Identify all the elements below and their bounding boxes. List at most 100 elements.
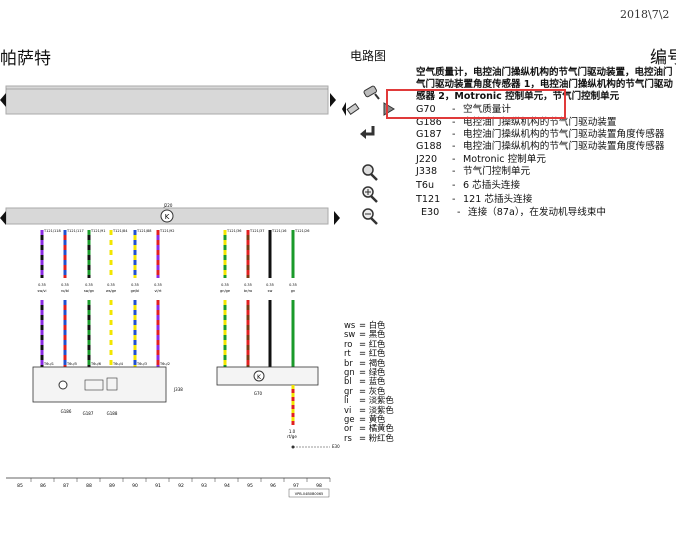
ground-wire-color: rt/ge bbox=[287, 434, 297, 439]
chevron-left-icon[interactable] bbox=[0, 92, 6, 107]
pin-label: T121/118 bbox=[43, 229, 61, 233]
pin-label: T121/117 bbox=[66, 229, 84, 233]
legend-desc: 连接（87a），在发动机导线束中 bbox=[468, 207, 607, 218]
connector-label: T6u/2 bbox=[159, 362, 170, 366]
motor-symbol bbox=[58, 380, 68, 390]
brand-title: 帕萨特 bbox=[0, 49, 51, 69]
color-name: 粉红色 bbox=[368, 432, 394, 443]
connector-label: T6u/1 bbox=[43, 362, 54, 366]
column-number: 97 bbox=[293, 483, 299, 489]
legend-desc: 电控油门操纵机构的节气门驱动装置角度传感器 bbox=[463, 129, 665, 140]
pin-label: T121/26 bbox=[294, 229, 309, 233]
column-number: 89 bbox=[109, 483, 115, 489]
legend-dash: - bbox=[452, 141, 456, 152]
legend-row: G188- 电控油门操纵机构的节气门驱动装置角度传感器 bbox=[416, 141, 664, 153]
legend-code: J220 bbox=[416, 154, 438, 165]
wire-color-label: gn/ge bbox=[220, 289, 230, 293]
legend-desc: 节气门控制单元 bbox=[463, 166, 531, 177]
legend-code: E30 bbox=[421, 207, 440, 218]
legend-code: J338 bbox=[416, 166, 438, 177]
legend-code: T121 bbox=[416, 194, 441, 205]
wire-size-label: 0.35 bbox=[61, 283, 69, 287]
legend-row: J338 - 节气门控制单元 bbox=[416, 166, 530, 178]
chevron-right-icon[interactable] bbox=[330, 92, 336, 107]
throttle-unit-box bbox=[32, 366, 167, 403]
wire-color-label: sw/vi bbox=[38, 289, 47, 293]
svg-text:K: K bbox=[165, 213, 170, 221]
pin-label: T121/92 bbox=[159, 229, 174, 233]
column-number: 93 bbox=[201, 483, 207, 489]
label-g187: G187 bbox=[83, 411, 94, 416]
section-title: 电路图 bbox=[350, 49, 387, 63]
wire-color-label: ro/bl bbox=[61, 289, 69, 293]
connector-label: T6u/5 bbox=[66, 362, 77, 366]
legend-dash: - bbox=[452, 194, 456, 205]
column-number: 92 bbox=[178, 483, 184, 489]
pin-label: T121/16 bbox=[271, 229, 286, 233]
wire-color-label: ge/bl bbox=[131, 289, 140, 293]
column-number: 86 bbox=[40, 483, 46, 489]
pin-label: T121/37 bbox=[249, 229, 264, 233]
column-number: 87 bbox=[63, 483, 69, 489]
legend-dash: - bbox=[452, 129, 456, 140]
diagram-area: K J220 T121/118 0.35 sw/vi T121/117 0.35 ro/b… bbox=[0, 80, 345, 500]
wire-color-label: ws/ge bbox=[106, 289, 116, 293]
column-number: 85 bbox=[17, 483, 23, 489]
legend-dash: - bbox=[452, 166, 456, 177]
legend-desc: 6 芯插头连接 bbox=[463, 180, 521, 191]
wire-color-label: br/ro bbox=[244, 289, 252, 293]
legend-desc: 121 芯插头连接 bbox=[463, 194, 533, 205]
color-code: rs bbox=[344, 432, 352, 443]
wire-color-label: vi/rt bbox=[154, 289, 162, 293]
legend-desc: Motronic 控制单元 bbox=[463, 154, 546, 165]
connector-label: T6u/3 bbox=[136, 362, 147, 366]
color-dash: = bbox=[359, 432, 369, 443]
legend-row: E30 - 连接（87a），在发动机导线束中 bbox=[421, 207, 606, 219]
connector-label: T6u/4 bbox=[112, 362, 124, 366]
ground-label: E30 bbox=[332, 444, 340, 449]
column-numbers: 85 86 87 88 89 90 91 92 93 94 95 96 97 98 bbox=[17, 478, 331, 489]
column-number: 98 bbox=[316, 483, 322, 489]
top-date: 2018\7\2 bbox=[620, 8, 670, 21]
column-number: 94 bbox=[224, 483, 230, 489]
chevron-right-icon[interactable] bbox=[334, 210, 340, 225]
column-number: 96 bbox=[270, 483, 276, 489]
legend-row: T121-121 芯插头连接 bbox=[416, 194, 532, 206]
wire-size-label: 0.35 bbox=[131, 283, 139, 287]
pin-label: T121/88 bbox=[136, 229, 151, 233]
legend-code: G188 bbox=[416, 141, 442, 152]
wires: T121/118 0.35 sw/vi T121/117 0.35 ro/bl T121/9… bbox=[34, 229, 309, 368]
document-number: VPB-04B0B0065 bbox=[295, 492, 324, 496]
wire-color-label: sw/gn bbox=[84, 289, 94, 293]
legend-row: T6u -6 芯插头连接 bbox=[416, 180, 520, 192]
wire-size-label: 0.35 bbox=[107, 283, 115, 287]
air-mass-meter-box bbox=[216, 366, 319, 386]
highlight-box bbox=[386, 89, 566, 119]
magnifier-minus-icon[interactable] bbox=[360, 207, 380, 225]
wire-size-label: 0.35 bbox=[38, 283, 46, 287]
wire-size-label: 0.35 bbox=[221, 283, 229, 287]
label-g70: G70 bbox=[254, 391, 263, 396]
label-g188: G188 bbox=[107, 411, 118, 416]
column-number: 91 bbox=[155, 483, 161, 489]
connector-label: T6u/6 bbox=[90, 362, 101, 366]
zoom-icon[interactable] bbox=[361, 83, 381, 101]
legend-dash: - bbox=[452, 154, 456, 165]
header-bar bbox=[5, 85, 329, 115]
column-number: 95 bbox=[247, 483, 253, 489]
magnifier-icon[interactable] bbox=[360, 163, 380, 181]
pin-label: T121/84 bbox=[112, 229, 128, 233]
pin-label: T121/36 bbox=[226, 229, 241, 233]
wire-size-label: 0.35 bbox=[85, 283, 93, 287]
chevron-left-icon[interactable] bbox=[342, 100, 362, 118]
arrow-return-icon[interactable] bbox=[359, 123, 379, 141]
wire-size-label: 0.35 bbox=[244, 283, 252, 287]
legend-dash: - bbox=[452, 180, 456, 191]
wire-color-label: gn bbox=[291, 289, 295, 293]
wire-size-label: 0.35 bbox=[154, 283, 162, 287]
wire-size-label: 0.35 bbox=[266, 283, 274, 287]
magnifier-plus-icon[interactable] bbox=[360, 185, 380, 203]
chevron-left-icon[interactable] bbox=[0, 210, 6, 225]
code-title: 编号 bbox=[650, 48, 676, 68]
color-legend-row: rs = 粉红色 bbox=[344, 433, 394, 443]
